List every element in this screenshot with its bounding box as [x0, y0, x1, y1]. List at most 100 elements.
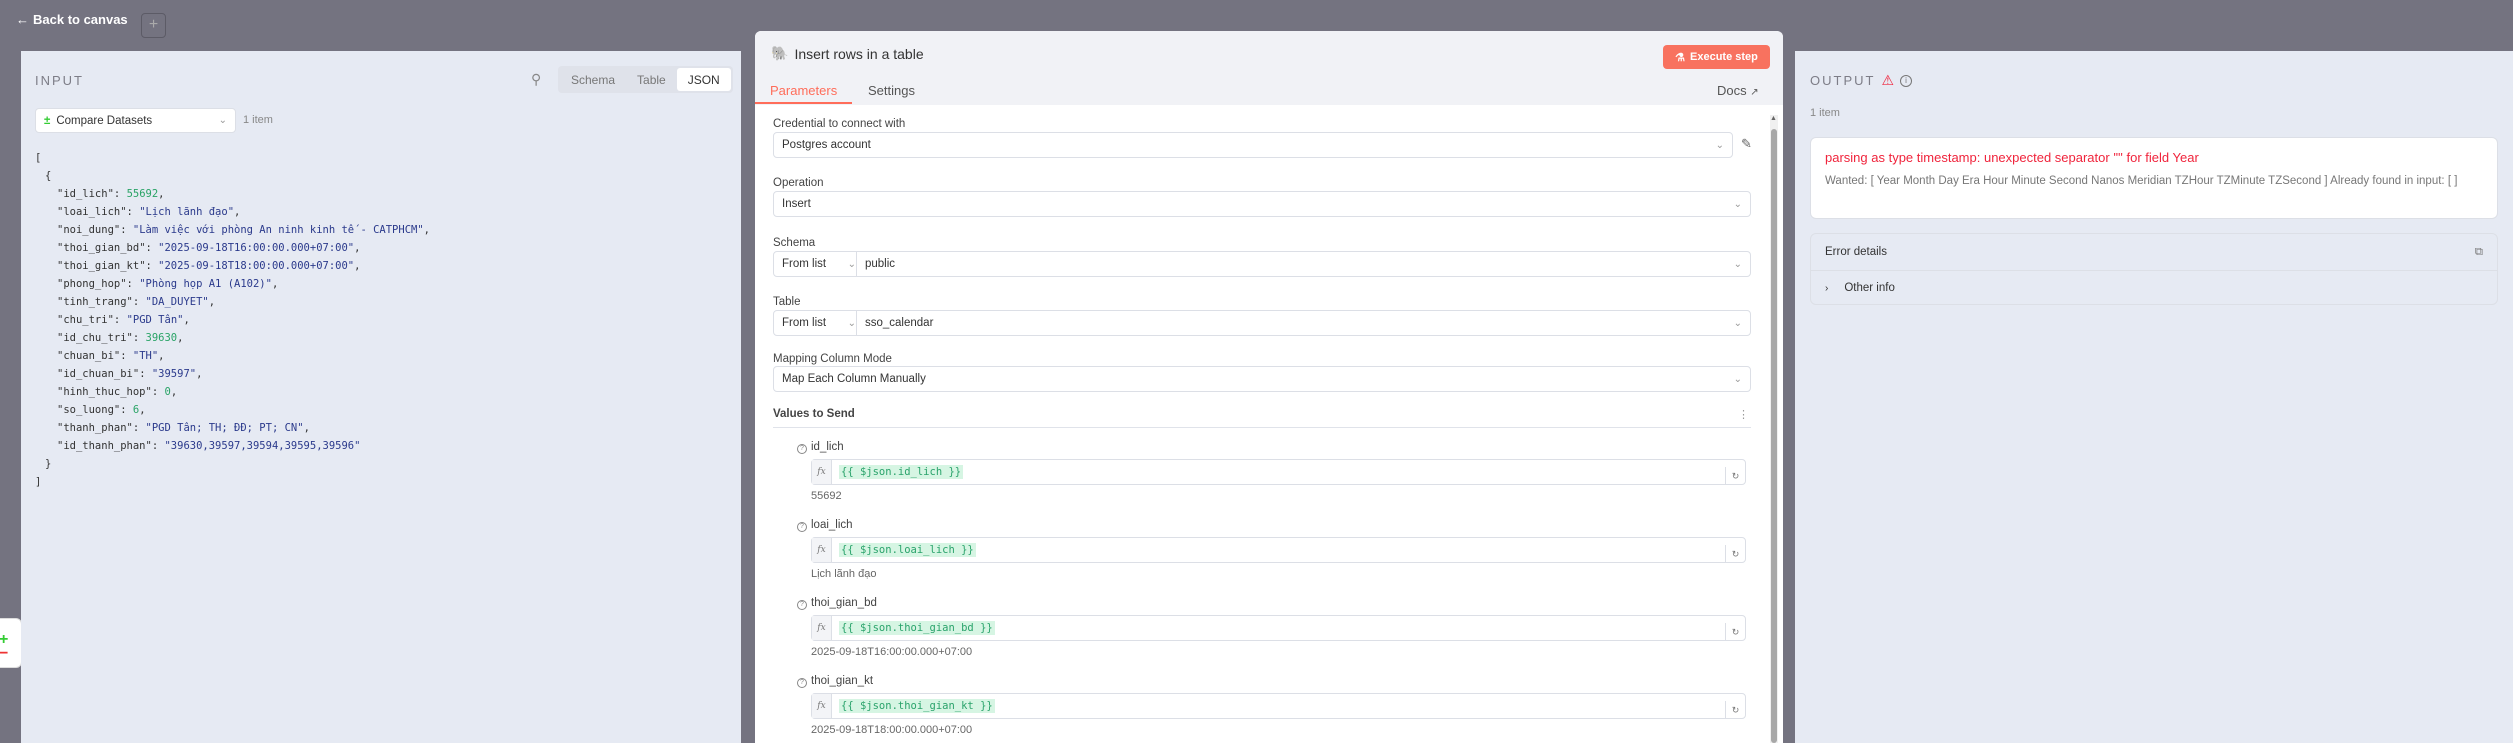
reset-icon[interactable]: ↻ — [1725, 545, 1745, 563]
field-label: id_lich — [811, 441, 844, 453]
json-key: tinh_trang — [63, 296, 127, 308]
expression-input[interactable]: fx {{ $json.id_lich }} ↻ — [811, 459, 1746, 485]
arrow-left-icon: ← — [16, 12, 29, 27]
tab-parameters[interactable]: Parameters — [770, 83, 837, 98]
json-line: "id_chuan_bi": "39597", — [57, 368, 203, 380]
chevron-down-icon: ⌄ — [847, 258, 856, 270]
reset-icon[interactable]: ↻ — [1725, 467, 1745, 485]
table-select[interactable]: From list ⌄ sso_calendar ⌄ — [773, 310, 1751, 336]
field-thoi-gian-kt: ? thoi_gian_kt fx {{ $json.thoi_gian_kt }… — [797, 675, 1746, 736]
schema-mode-select[interactable]: From list ⌄ — [774, 252, 857, 276]
json-line: "so_luong": 6, — [57, 404, 146, 416]
view-tabs: Schema Table JSON — [558, 66, 733, 93]
json-line: "phong_hop": "Phòng họp A1 (A102)", — [57, 278, 279, 290]
json-line: "loai_lich": "Lịch lãnh đạo", — [57, 206, 241, 218]
json-line: "thoi_gian_kt": "2025-09-18T18:00:00.000… — [57, 260, 361, 272]
json-value: "Phòng họp A1 (A102)" — [139, 278, 272, 290]
error-title: parsing as type timestamp: unexpected se… — [1825, 150, 2199, 165]
options-menu-icon[interactable]: ⋮ — [1738, 408, 1749, 421]
input-title: INPUT — [35, 73, 84, 88]
node-panel: 🐘 Insert rows in a table ⚗ Execute step P… — [755, 31, 1783, 743]
json-view: [{"id_lich": 55692, "loai_lich": "Lịch lã… — [21, 149, 430, 491]
json-value: "PGD Tân" — [126, 314, 184, 326]
json-value: "DA_DUYET" — [145, 296, 209, 308]
field-preview: Lịch lãnh đạo — [811, 568, 877, 580]
json-value: "2025-09-18T18:00:00.000+07:00" — [158, 260, 355, 272]
output-panel: OUTPUT ⚠ i 1 item parsing as type timest… — [1795, 51, 2513, 743]
flask-icon: ⚗ — [1675, 51, 1685, 64]
credential-select[interactable]: Postgres account ⌄ — [773, 132, 1733, 158]
input-panel: INPUT ⚲ Schema Table JSON ± Compare Data… — [21, 51, 741, 743]
reset-icon[interactable]: ↻ — [1725, 623, 1745, 641]
json-key: phong_hop — [63, 278, 121, 290]
diff-icon: ± — [44, 114, 51, 127]
search-icon[interactable]: ⚲ — [531, 71, 541, 88]
help-icon: ? — [797, 600, 807, 610]
expression-input[interactable]: fx {{ $json.thoi_gian_kt }} ↻ — [811, 693, 1746, 719]
json-key: thanh_phan — [63, 422, 127, 434]
help-icon: ? — [797, 444, 807, 454]
field-loai-lich: ? loai_lich fx {{ $json.loai_lich }} ↻ Lịc… — [797, 519, 1746, 580]
tab-settings[interactable]: Settings — [868, 83, 915, 98]
divider — [773, 427, 1751, 428]
schema-label: Schema — [773, 237, 816, 249]
info-icon[interactable]: i — [1900, 74, 1913, 87]
table-mode-select[interactable]: From list ⌄ — [774, 311, 857, 335]
node-header: 🐘 Insert rows in a table ⚗ Execute step P… — [755, 31, 1783, 105]
output-item-count: 1 item — [1810, 107, 1840, 119]
values-to-send-label: Values to Send — [773, 408, 855, 420]
item-count: 1 item — [243, 114, 273, 126]
field-label: thoi_gian_bd — [811, 597, 877, 609]
chevron-down-icon: ⌄ — [1715, 139, 1724, 151]
chevron-down-icon: ⌄ — [1733, 373, 1742, 385]
json-key: chuan_bi — [63, 350, 114, 362]
execute-step-button[interactable]: ⚗ Execute step — [1663, 45, 1770, 69]
input-node-select[interactable]: ± Compare Datasets ⌄ — [35, 108, 236, 133]
output-title: OUTPUT — [1810, 73, 1876, 88]
reset-icon[interactable]: ↻ — [1725, 701, 1745, 719]
external-link-icon: ↗ — [1750, 87, 1759, 98]
mapping-label: Mapping Column Mode — [773, 353, 892, 365]
field-preview: 2025-09-18T16:00:00.000+07:00 — [811, 646, 973, 658]
scrollbar-track[interactable]: ▲ — [1770, 115, 1778, 743]
mapping-mode-select[interactable]: Map Each Column Manually ⌄ — [773, 366, 1751, 392]
json-key: id_lich — [63, 188, 108, 200]
other-info-toggle[interactable]: › Other info — [1811, 271, 2497, 305]
json-line: "tinh_trang": "DA_DUYET", — [57, 296, 216, 308]
field-preview: 2025-09-18T18:00:00.000+07:00 — [811, 724, 973, 736]
chevron-down-icon: ⌄ — [847, 317, 856, 329]
tab-table[interactable]: Table — [626, 68, 677, 91]
table-label: Table — [773, 296, 801, 308]
json-value: "PGD Tân; TH; ĐĐ; PT; CN" — [145, 422, 304, 434]
edit-pencil-icon[interactable]: ✎ — [1741, 136, 1752, 152]
add-node-button[interactable]: + — [141, 13, 166, 38]
tab-json[interactable]: JSON — [676, 68, 731, 91]
json-brace: } — [45, 458, 52, 470]
field-id-lich: ? id_lich fx {{ $json.id_lich }} ↻ 55692 — [797, 441, 1746, 502]
docs-link[interactable]: Docs ↗ — [1717, 83, 1759, 98]
error-details: Error details ⧉ › Other info — [1810, 233, 2498, 305]
active-tab-underline — [755, 102, 852, 104]
expression-text: {{ $json.loai_lich }} — [839, 543, 976, 557]
operation-select[interactable]: Insert ⌄ — [773, 191, 1751, 217]
json-value: "39630,39597,39594,39595,39596" — [164, 440, 361, 452]
fx-icon: fx — [812, 694, 832, 718]
json-value: "TH" — [132, 350, 159, 362]
json-key: so_luong — [63, 404, 114, 416]
json-key: loai_lich — [63, 206, 121, 218]
chevron-right-icon: › — [1825, 282, 1829, 294]
back-to-canvas-button[interactable]: ← Back to canvas — [16, 12, 128, 27]
field-label: thoi_gian_kt — [811, 675, 874, 687]
fx-icon: fx — [812, 538, 832, 562]
expression-input[interactable]: fx {{ $json.loai_lich }} ↻ — [811, 537, 1746, 563]
schema-select[interactable]: From list ⌄ public ⌄ — [773, 251, 1751, 277]
operation-label: Operation — [773, 177, 824, 189]
expression-input[interactable]: fx {{ $json.thoi_gian_bd }} ↻ — [811, 615, 1746, 641]
copy-icon[interactable]: ⧉ — [2475, 246, 2483, 259]
chevron-down-icon: ⌄ — [1733, 258, 1742, 270]
json-brace: { — [45, 170, 52, 182]
json-key: thoi_gian_bd — [63, 242, 140, 254]
tab-schema[interactable]: Schema — [560, 68, 626, 91]
scrollbar-thumb[interactable] — [1771, 129, 1777, 743]
json-key: id_chu_tri — [63, 332, 127, 344]
